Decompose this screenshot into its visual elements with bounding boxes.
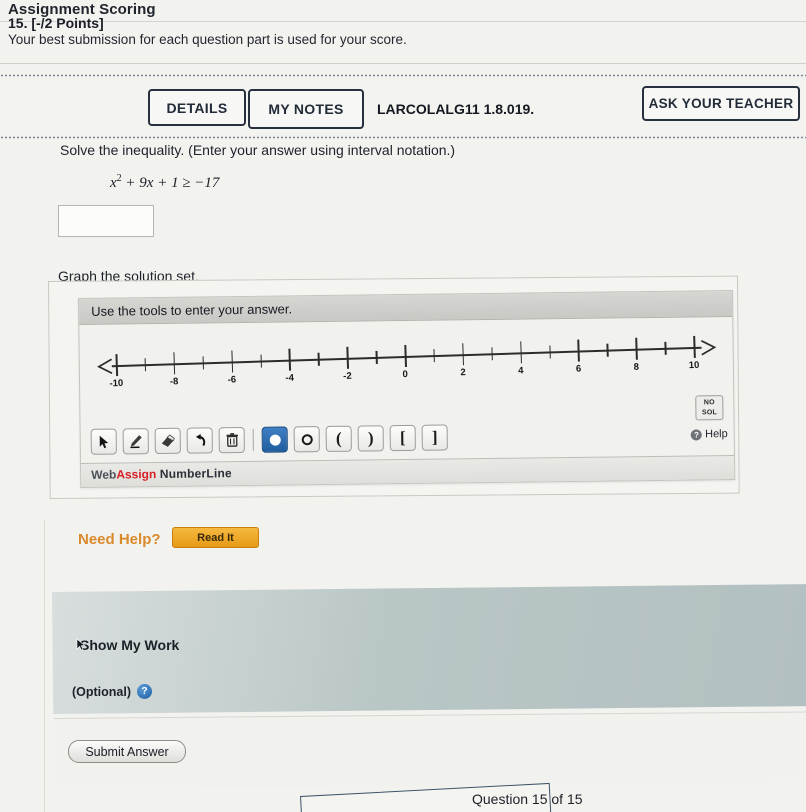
brand-web: Web — [91, 467, 117, 482]
open-circle-icon — [301, 433, 313, 445]
tick-major — [577, 339, 580, 362]
pen-tool[interactable] — [122, 428, 149, 455]
tick-label: -8 — [169, 376, 179, 388]
my-notes-button[interactable]: MY NOTES — [248, 89, 364, 129]
drawing-toolbar[interactable]: () [] — [90, 422, 448, 456]
widget-instruction: Use the tools to enter your answer. — [91, 301, 293, 319]
eraser-tool[interactable] — [154, 427, 181, 455]
open-paren-left-tool-glyph: ( — [335, 428, 342, 448]
read-it-button[interactable]: Read It — [172, 527, 259, 548]
interval-answer-input[interactable] — [58, 205, 154, 237]
ask-your-teacher-button[interactable]: ASK YOUR TEACHER — [642, 86, 800, 121]
number-line-axis — [111, 346, 702, 367]
page-title: Assignment Scoring — [8, 1, 156, 18]
tick-major — [462, 343, 465, 366]
optional-row: (Optional) ? — [72, 684, 153, 699]
question-number-points: 15. [-/2 Points] — [8, 15, 104, 31]
bracket-right-tool[interactable]: ] — [421, 424, 448, 451]
left-arrow-icon — [97, 358, 113, 375]
tick-minor — [433, 349, 436, 363]
equation-rest: + 9x + 1 ≥ −17 — [121, 175, 220, 191]
header-subtitle: Your best submission for each question p… — [8, 32, 407, 47]
tick-label: 8 — [633, 361, 640, 373]
question-mark-icon: ? — [691, 428, 703, 441]
tick-minor — [375, 350, 378, 364]
tick-minor — [260, 354, 263, 368]
question-counter: Question 15 of 15 — [472, 791, 583, 807]
tick-major — [635, 337, 638, 360]
tick-label: 10 — [688, 359, 700, 372]
tick-label: 6 — [575, 363, 582, 375]
header-divider-2 — [0, 63, 806, 64]
tick-minor — [491, 347, 494, 361]
problem-prompt: Solve the inequality. (Enter your answer… — [60, 142, 456, 158]
no-solution-line1: NO — [703, 399, 715, 407]
problem-equation: x2 + 9x + 1 ≥ −17 — [110, 173, 219, 192]
brand-product: NumberLine — [159, 466, 232, 482]
open-dot-tool[interactable] — [293, 426, 320, 453]
tick-minor — [317, 352, 320, 366]
cursor-icon — [76, 638, 86, 651]
widget-help-button[interactable]: ? Help — [691, 428, 728, 440]
open-paren-left-tool[interactable]: ( — [325, 425, 352, 452]
question-code: LARCOLALG11 1.8.019. — [377, 101, 535, 117]
brand-assign: Assign — [116, 467, 157, 482]
assignment-page: Assignment Scoring Your best submission … — [0, 0, 806, 812]
tick-label: -4 — [285, 372, 295, 384]
tick-major — [288, 348, 292, 371]
tick-minor — [664, 341, 667, 355]
submit-answer-button[interactable]: Submit Answer — [68, 740, 186, 763]
tick-major — [519, 341, 523, 364]
close-paren-right-tool[interactable]: ) — [357, 425, 384, 452]
tick-label: -10 — [109, 377, 124, 390]
right-arrow-icon — [700, 339, 717, 356]
tick-label: 2 — [460, 367, 466, 379]
trash-tool[interactable] — [218, 426, 245, 454]
widget-help-label: Help — [705, 428, 728, 441]
header-divider — [0, 21, 806, 22]
show-my-work-title: Show My Work — [80, 637, 180, 653]
tick-label: 0 — [402, 368, 409, 381]
dotted-separator-bottom — [0, 136, 806, 139]
need-help-label: Need Help? — [78, 531, 161, 548]
tick-minor — [144, 358, 147, 372]
tick-minor — [606, 343, 609, 357]
help-info-icon[interactable]: ? — [137, 684, 153, 699]
tick-minor — [202, 356, 205, 370]
tick-label: -2 — [343, 370, 352, 382]
tick-major — [115, 354, 118, 377]
select-tool[interactable] — [90, 428, 117, 455]
no-solution-line2: SOL — [701, 409, 717, 417]
tick-minor — [548, 345, 551, 359]
tick-label: 4 — [517, 365, 524, 377]
undo-tool[interactable] — [186, 427, 213, 454]
filled-circle-icon — [269, 434, 281, 446]
optional-label: (Optional) — [72, 684, 132, 699]
tick-major — [404, 344, 407, 368]
closed-dot-tool[interactable] — [261, 426, 288, 453]
page-left-edge — [44, 520, 45, 812]
numberline-widget[interactable]: Use the tools to enter your answer. -10-… — [78, 289, 736, 488]
equation-variable: x — [110, 175, 117, 191]
tick-major — [173, 352, 176, 375]
tick-major — [346, 346, 349, 369]
tick-label: -6 — [227, 374, 237, 386]
bracket-left-tool[interactable]: [ — [389, 424, 416, 452]
bracket-right-tool-glyph: ] — [431, 427, 438, 447]
number-line[interactable]: -10 -8 -6 -4 -2 0 2 4 6 8 10 — [93, 311, 725, 403]
dotted-separator-top — [0, 74, 806, 77]
tick-major — [230, 350, 234, 373]
details-button[interactable]: DETAILS — [148, 89, 246, 126]
tick-major — [693, 335, 696, 358]
no-solution-button[interactable]: NO SOL — [695, 395, 724, 421]
toolbar-separator — [252, 428, 254, 451]
bracket-left-tool-glyph: [ — [399, 428, 406, 448]
webassign-brand: WebAssign NumberLine — [91, 466, 232, 482]
close-paren-right-tool-glyph: ) — [367, 428, 374, 448]
